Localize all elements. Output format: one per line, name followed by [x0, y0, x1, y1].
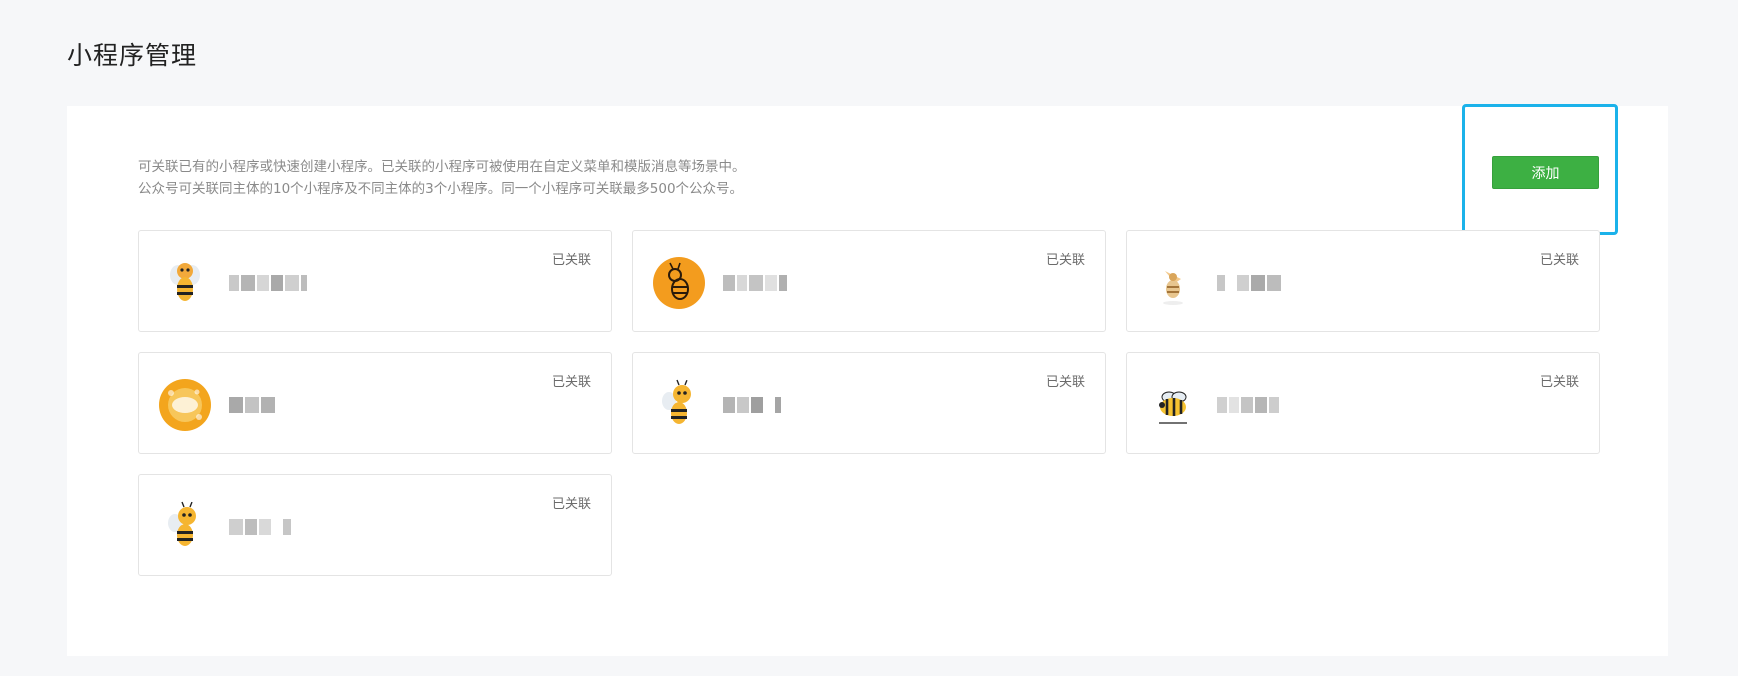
mini-program-name-redacted	[229, 275, 307, 291]
intro-line-1: 可关联已有的小程序或快速创建小程序。已关联的小程序可被使用在自定义菜单和模版消息…	[138, 159, 746, 175]
bee-orange-circle-icon	[653, 257, 705, 309]
mini-program-name-redacted	[723, 275, 787, 291]
mini-program-name-redacted	[1217, 275, 1281, 291]
mini-program-card[interactable]: 已关联	[138, 474, 612, 576]
mini-program-card[interactable]: 已关联	[1126, 230, 1600, 332]
intro-text: 可关联已有的小程序或快速创建小程序。已关联的小程序可被使用在自定义菜单和模版消息…	[138, 156, 746, 200]
intro-line-2: 公众号可关联同主体的10个小程序及不同主体的3个小程序。同一个小程序可关联最多5…	[138, 181, 744, 197]
linked-status: 已关联	[551, 253, 591, 268]
mini-program-name-redacted	[229, 519, 291, 535]
linked-status: 已关联	[551, 375, 591, 390]
mini-program-name-redacted	[1217, 397, 1279, 413]
mini-program-name-redacted	[723, 397, 781, 413]
bee-mascot-icon	[653, 379, 705, 431]
mini-program-card[interactable]: 已关联	[138, 230, 612, 332]
bee-mascot-icon	[159, 501, 211, 553]
linked-status: 已关联	[1045, 375, 1085, 390]
mini-program-panel: 可关联已有的小程序或快速创建小程序。已关联的小程序可被使用在自定义菜单和模版消息…	[67, 104, 1668, 656]
mini-program-card[interactable]: 已关联	[632, 352, 1106, 454]
mini-program-name-redacted	[229, 397, 275, 413]
mini-program-card[interactable]: 已关联	[138, 352, 612, 454]
add-button[interactable]: 添加	[1492, 156, 1599, 189]
linked-status: 已关联	[1539, 375, 1579, 390]
bee-mascot-icon	[159, 257, 211, 309]
mini-program-card[interactable]: 已关联	[632, 230, 1106, 332]
bee-sketch-icon	[1147, 257, 1199, 309]
linked-status: 已关联	[1539, 253, 1579, 268]
linked-status: 已关联	[1045, 253, 1085, 268]
bee-flying-icon	[1147, 379, 1199, 431]
page-title: 小程序管理	[67, 41, 198, 70]
linked-status: 已关联	[551, 497, 591, 512]
mini-program-grid: 已关联 已关联 已关联 已关联 已关联 已关联 已关联	[138, 230, 1600, 576]
mini-program-card[interactable]: 已关联	[1126, 352, 1600, 454]
honeycomb-badge-icon	[159, 379, 211, 431]
